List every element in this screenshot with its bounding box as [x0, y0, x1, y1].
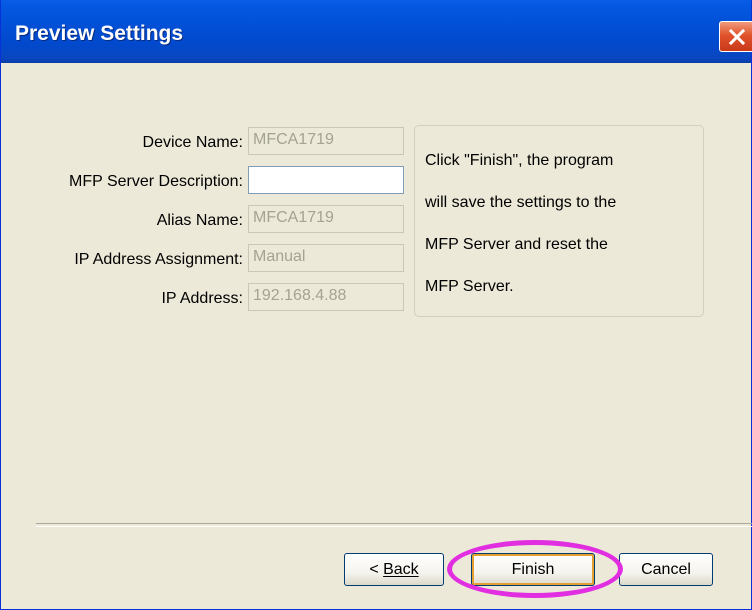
device-name-field: MFCA1719: [248, 127, 404, 155]
finish-button-label: Finish: [511, 561, 555, 578]
title-bar[interactable]: Preview Settings: [1, 0, 752, 63]
ip-address-field: 192.168.4.88: [248, 283, 404, 311]
back-button[interactable]: < Back: [344, 553, 444, 586]
dialog-body: Device Name: MFCA1719 MFP Server Descrip…: [3, 63, 752, 609]
alias-name-field: MFCA1719: [248, 205, 404, 233]
window-title: Preview Settings: [15, 22, 184, 45]
mfp-server-description-label: MFP Server Description:: [69, 173, 243, 190]
mfp-server-description-field[interactable]: [248, 166, 404, 194]
cancel-button-label: Cancel: [641, 561, 691, 578]
ip-address-assignment-label: IP Address Assignment:: [74, 251, 243, 268]
info-line: MFP Server.: [425, 278, 514, 295]
finish-button[interactable]: Finish: [471, 553, 595, 586]
info-line: will save the settings to the: [425, 194, 617, 211]
info-box: Click "Finish", the program will save th…: [414, 125, 704, 317]
info-line: Click "Finish", the program: [425, 152, 614, 169]
close-button[interactable]: [719, 21, 752, 52]
device-name-label: Device Name:: [142, 134, 243, 151]
preview-settings-dialog: Preview Settings Device Name: MFCA1719 M…: [0, 0, 752, 610]
back-arrow-icon: <: [369, 561, 384, 578]
back-button-label: Back: [383, 561, 419, 578]
ip-address-label: IP Address:: [161, 290, 243, 307]
ip-address-assignment-field: Manual: [248, 244, 404, 272]
info-line: MFP Server and reset the: [425, 236, 608, 253]
alias-name-label: Alias Name:: [156, 212, 243, 229]
separator: [36, 523, 752, 527]
close-icon: [728, 28, 746, 46]
cancel-button[interactable]: Cancel: [619, 553, 713, 586]
